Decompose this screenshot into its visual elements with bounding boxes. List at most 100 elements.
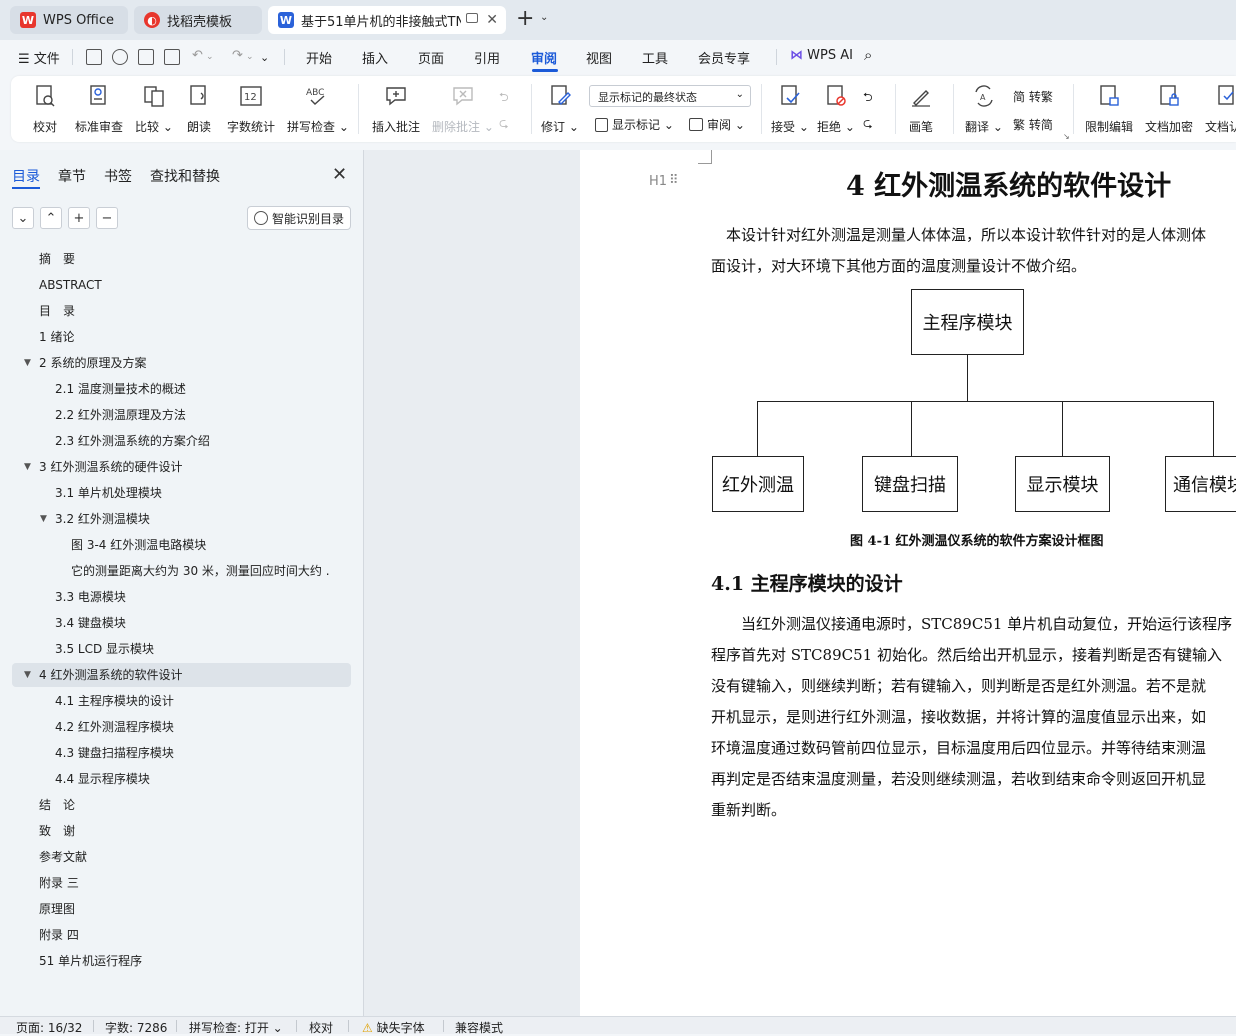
toc-item[interactable]: 3.3 电源模块 <box>0 585 363 609</box>
next-change-icon[interactable]: ⮎ <box>863 114 873 135</box>
print-icon[interactable] <box>138 49 154 65</box>
nav-tab-toc[interactable]: 目录 <box>12 166 40 186</box>
close-icon[interactable]: ✕ <box>332 164 347 185</box>
expand-toggle-icon[interactable]: ▼ <box>24 455 31 479</box>
nav-tab-find-replace[interactable]: 查找和替换 <box>150 166 220 186</box>
tab-view[interactable]: 视图 <box>586 48 612 67</box>
accept-button[interactable]: 接受 ⌄ <box>771 84 809 135</box>
next-comment-icon[interactable]: ⮎ <box>499 114 509 135</box>
print-preview-icon[interactable] <box>164 49 180 65</box>
search-icon[interactable]: ⌕ <box>864 46 872 64</box>
reject-button[interactable]: 拒绝 ⌄ <box>817 84 855 135</box>
word-count-button[interactable]: 12 字数统计 <box>227 84 275 135</box>
standard-review-button[interactable]: 标准审查 <box>75 84 123 135</box>
remove-heading-button[interactable]: − <box>96 207 118 229</box>
toc-item[interactable]: 51 单片机运行程序 <box>0 949 363 973</box>
tab-current-document[interactable]: W 基于51单片机的非接触式TN9 ✕ <box>268 6 506 34</box>
toc-item[interactable]: 附录 四 <box>0 923 363 947</box>
file-menu[interactable]: ☰ 文件 <box>18 48 60 67</box>
toc-item[interactable]: 1 绪论 <box>0 325 363 349</box>
tab-insert[interactable]: 插入 <box>362 48 388 67</box>
toc-item[interactable]: 附录 三 <box>0 871 363 895</box>
delete-comment-button[interactable]: 删除批注 ⌄ <box>432 84 494 135</box>
toc-item[interactable]: 4.4 显示程序模块 <box>0 767 363 791</box>
redo-icon[interactable]: ↷ <box>232 48 243 63</box>
drag-handle-icon[interactable]: ⠿ <box>669 173 678 188</box>
encrypt-document-button[interactable]: 文档加密 <box>1145 84 1193 135</box>
expand-toggle-icon[interactable]: ▼ <box>24 351 31 375</box>
smart-toc-button[interactable]: 智能识别目录 <box>247 206 351 230</box>
toc-item[interactable]: ▼ 3.2 红外测温模块 <box>0 507 363 531</box>
previous-change-icon[interactable]: ⮌ <box>863 88 873 109</box>
tab-home[interactable]: 开始 <box>306 48 332 67</box>
share-icon[interactable] <box>112 49 128 65</box>
pen-button[interactable]: 画笔 <box>909 84 933 135</box>
tab-page[interactable]: 页面 <box>418 48 444 67</box>
toc-item[interactable]: 4.2 红外测温程序模块 <box>0 715 363 739</box>
spell-check-status[interactable]: 拼写检查: 打开 ⌄ <box>189 1019 283 1036</box>
heading-level-marker[interactable]: H1 <box>649 174 667 189</box>
toc-item[interactable]: 2.3 红外测温系统的方案介绍 <box>0 429 363 453</box>
tab-references[interactable]: 引用 <box>474 48 500 67</box>
document-page[interactable]: H1 ⠿ 4 红外测温系统的软件设计 本设计针对红外测温是测量人体体温，所以本设… <box>580 150 1236 1016</box>
proofread-status[interactable]: 校对 <box>309 1019 333 1036</box>
collapse-all-button[interactable]: ⌃ <box>40 207 62 229</box>
chevron-down-icon[interactable]: ⌄ <box>206 52 214 62</box>
restrict-editing-button[interactable]: 限制编辑 <box>1085 84 1133 135</box>
chevron-down-icon[interactable]: ⌄ <box>540 12 548 23</box>
toc-item[interactable]: ABSTRACT <box>0 273 363 297</box>
new-tab-button[interactable]: + <box>516 8 534 30</box>
expand-toggle-icon[interactable]: ▼ <box>40 507 47 531</box>
toc-item[interactable]: 致 谢 <box>0 819 363 843</box>
toc-item[interactable]: ▼ 2 系统的原理及方案 <box>0 351 363 375</box>
tab-wps-office[interactable]: W WPS Office <box>10 6 128 34</box>
to-traditional-button[interactable]: 简 转繁 <box>1013 88 1053 105</box>
more-chevron-icon[interactable]: ⌄ <box>260 51 269 64</box>
wps-ai-button[interactable]: ⋈ WPS AI <box>790 48 853 63</box>
expand-corner-icon[interactable]: ↘ <box>1063 132 1070 141</box>
toc-item[interactable]: 2.1 温度测量技术的概述 <box>0 377 363 401</box>
toc-item[interactable]: 它的测量距离大约为 30 米，测量回应时间大约 ... <box>0 559 363 583</box>
toc-item[interactable]: 3.1 单片机处理模块 <box>0 481 363 505</box>
translate-button[interactable]: A 翻译 ⌄ <box>965 84 1003 135</box>
expand-toggle-icon[interactable]: ▼ <box>24 663 31 687</box>
compare-button[interactable]: 比较 ⌄ <box>135 84 173 135</box>
expand-all-button[interactable]: ⌄ <box>12 207 34 229</box>
insert-comment-button[interactable]: 插入批注 <box>372 84 420 135</box>
tab-member[interactable]: 会员专享 <box>698 48 750 67</box>
toc-item[interactable]: 目 录 <box>0 299 363 323</box>
undo-icon[interactable]: ↶ <box>192 48 203 63</box>
tab-docer-templates[interactable]: ◐ 找稻壳模板 <box>134 6 262 34</box>
toc-item[interactable]: 原理图 <box>0 897 363 921</box>
toc-item[interactable]: ▼ 3 红外测温系统的硬件设计 <box>0 455 363 479</box>
toc-item[interactable]: 参考文献 <box>0 845 363 869</box>
tab-review[interactable]: 审阅 <box>531 48 557 67</box>
prev-comment-icon[interactable]: ⮌ <box>499 88 509 109</box>
toc-item[interactable]: 2.2 红外测温原理及方法 <box>0 403 363 427</box>
toc-item[interactable]: 3.5 LCD 显示模块 <box>0 637 363 661</box>
close-icon[interactable]: ✕ <box>486 12 498 28</box>
markup-state-select[interactable]: 显示标记的最终状态 ⌄ <box>589 85 751 107</box>
nav-tab-bookmarks[interactable]: 书签 <box>104 166 132 186</box>
toc-item[interactable]: 图 3-4 红外测温电路模块 <box>0 533 363 557</box>
missing-font-status[interactable]: ⚠ 缺失字体 <box>362 1019 425 1036</box>
review-pane-button[interactable]: 审阅 ⌄ <box>689 116 745 133</box>
toc-item[interactable]: 结 论 <box>0 793 363 817</box>
nav-tab-chapters[interactable]: 章节 <box>58 166 86 186</box>
tab-tools[interactable]: 工具 <box>642 48 668 67</box>
show-markup-button[interactable]: 显示标记 ⌄ <box>595 116 674 133</box>
document-certification-button[interactable]: 文档认 <box>1205 84 1236 135</box>
word-count-indicator[interactable]: 字数: 7286 <box>105 1019 167 1036</box>
toc-item[interactable]: ▼ 4 红外测温系统的软件设计 <box>12 663 351 687</box>
page-indicator[interactable]: 页面: 16/32 <box>16 1019 82 1036</box>
toc-item[interactable]: 3.4 键盘模块 <box>0 611 363 635</box>
track-changes-button[interactable]: 修订 ⌄ <box>541 84 579 135</box>
save-icon[interactable] <box>86 49 102 65</box>
toc-item[interactable]: 4.1 主程序模块的设计 <box>0 689 363 713</box>
read-aloud-button[interactable]: 朗读 <box>187 84 211 135</box>
chevron-down-icon[interactable]: ⌄ <box>246 52 254 62</box>
add-heading-button[interactable]: + <box>68 207 90 229</box>
toc-item[interactable]: 4.3 键盘扫描程序模块 <box>0 741 363 765</box>
proofread-button[interactable]: 校对 <box>33 84 57 135</box>
to-simplified-button[interactable]: 繁 转简 <box>1013 116 1053 133</box>
